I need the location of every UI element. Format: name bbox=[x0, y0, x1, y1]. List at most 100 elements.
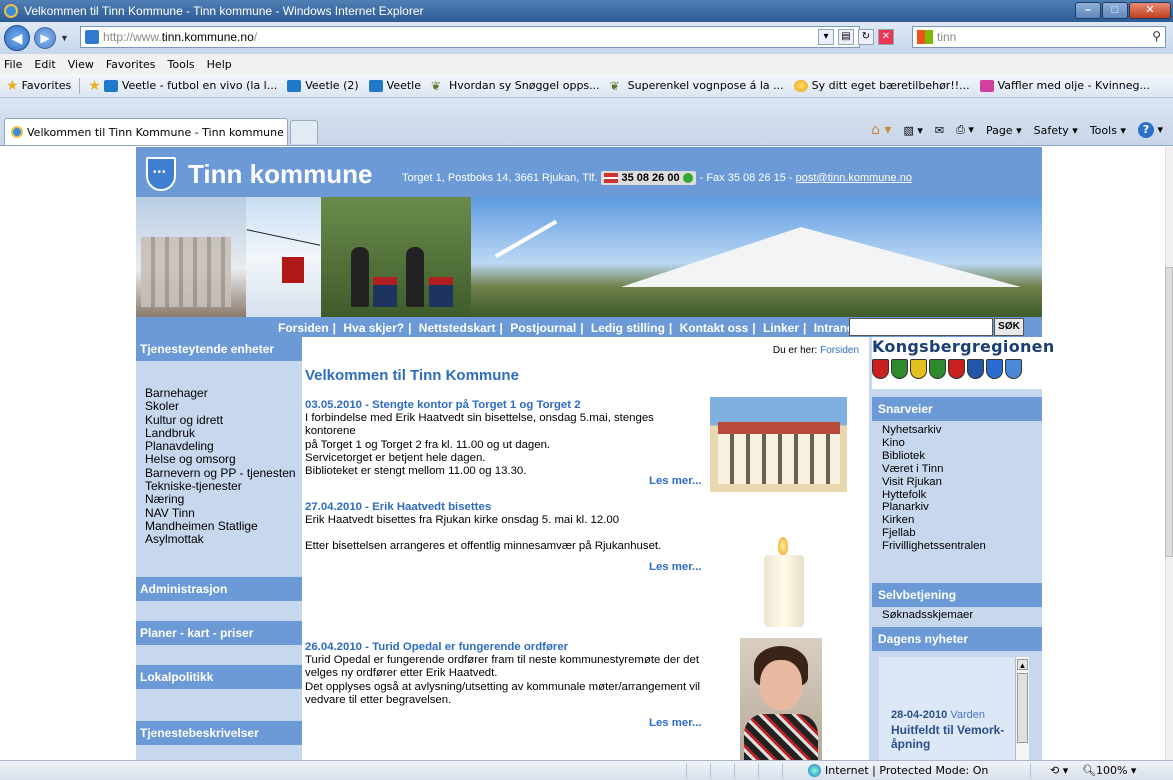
shortcut-bibliotek[interactable]: Bibliotek bbox=[882, 450, 986, 463]
refresh-icon[interactable]: ↻ bbox=[858, 29, 874, 45]
kongsbergregionen-banner[interactable]: Kongsbergregionen bbox=[872, 337, 1054, 389]
bird-icon: ❦ bbox=[609, 78, 620, 93]
ie-logo-icon bbox=[4, 4, 18, 18]
nav-kontakt-oss[interactable]: Kontakt oss bbox=[680, 321, 749, 335]
site-search-input[interactable] bbox=[849, 318, 993, 336]
page-scroll-thumb[interactable] bbox=[1165, 267, 1173, 557]
zoom-level[interactable]: 🔍︎100% ▾ bbox=[1082, 764, 1136, 777]
address-dropdown-icon[interactable]: ▾ bbox=[818, 29, 834, 45]
mail-icon[interactable]: ✉ bbox=[935, 124, 944, 137]
shortcut-hyttefolk[interactable]: Hyttefolk bbox=[882, 489, 986, 502]
selfservice-soknadsskjemaer[interactable]: Søknadsskjemaer bbox=[882, 609, 973, 622]
tab-active[interactable]: Velkommen til Tinn Kommune - Tinn kommun… bbox=[4, 118, 288, 145]
read-more-link[interactable]: Les mer... bbox=[649, 561, 702, 573]
favorites-button[interactable]: Favorites bbox=[22, 79, 72, 92]
security-zone[interactable]: Internet | Protected Mode: On bbox=[808, 764, 988, 777]
page-scrollbar[interactable] bbox=[1165, 147, 1173, 760]
site-name[interactable]: Tinn kommune bbox=[188, 159, 372, 190]
sidebar-item-tekniske[interactable]: Tekniske-tjenester bbox=[145, 479, 296, 493]
favorite-link[interactable]: ❦ Hvordan sy Snøggel opps... bbox=[431, 79, 600, 92]
menu-favorites[interactable]: Favorites bbox=[106, 58, 156, 71]
shortcut-kino[interactable]: Kino bbox=[882, 437, 986, 450]
stop-icon[interactable]: ✕ bbox=[878, 29, 894, 45]
shortcut-visit-rjukan[interactable]: Visit Rjukan bbox=[882, 476, 986, 489]
nav-linker[interactable]: Linker bbox=[763, 321, 799, 335]
add-favorite-icon[interactable]: ★ bbox=[88, 78, 101, 94]
sidebar-item-mandheimen[interactable]: Mandheimen Statlige bbox=[145, 519, 296, 533]
shortcut-vaeret[interactable]: Været i Tinn bbox=[882, 463, 986, 476]
sidebar-item-planavdeling[interactable]: Planavdeling bbox=[145, 439, 296, 453]
news-headline-link[interactable]: 27.04.2010 - Erik Haatvedt bisettes bbox=[305, 501, 705, 514]
nav-forsiden[interactable]: Forsiden bbox=[278, 321, 329, 335]
favorite-link[interactable]: Veetle - futbol en vivo (la l... bbox=[103, 79, 277, 92]
search-input[interactable]: tinn ⚲ bbox=[912, 26, 1166, 48]
section-tjenestebeskrivelser[interactable]: Tjenestebeskrivelser bbox=[136, 721, 302, 745]
print-icon[interactable]: ⎙ ▾ bbox=[956, 123, 974, 137]
section-planer[interactable]: Planer - kart - priser bbox=[136, 621, 302, 645]
menu-help[interactable]: Help bbox=[207, 58, 232, 71]
section-tjenesteytende[interactable]: Tjenesteytende enheter bbox=[136, 337, 302, 361]
help-menu[interactable]: ? ▾ bbox=[1137, 122, 1163, 138]
tools-menu[interactable]: Tools ▾ bbox=[1090, 124, 1126, 137]
scroll-up-icon[interactable]: ▲ bbox=[1017, 659, 1028, 670]
nav-ledig-stilling[interactable]: Ledig stilling bbox=[591, 321, 665, 335]
menu-view[interactable]: View bbox=[68, 58, 94, 71]
site-search-button[interactable]: SØK bbox=[994, 318, 1024, 336]
ticker-headline-link[interactable]: Huitfeldt til Vemork-åpning bbox=[891, 723, 1016, 751]
shortcut-frivillighet[interactable]: Frivillighetssentralen bbox=[882, 540, 986, 553]
section-administrasjon[interactable]: Administrasjon bbox=[136, 577, 302, 601]
menu-edit[interactable]: Edit bbox=[34, 58, 55, 71]
sidebar-item-barnevern[interactable]: Barnevern og PP - tjenesten bbox=[145, 466, 296, 480]
sidebar-item-landbruk[interactable]: Landbruk bbox=[145, 426, 296, 440]
safety-menu[interactable]: Safety ▾ bbox=[1034, 124, 1078, 137]
shortcut-kirken[interactable]: Kirken bbox=[882, 514, 986, 527]
read-more-link[interactable]: Les mer... bbox=[649, 475, 702, 487]
home-icon[interactable]: ⌂ ▾ bbox=[871, 122, 891, 138]
menu-file[interactable]: File bbox=[4, 58, 22, 71]
shortcut-planarkiv[interactable]: Planarkiv bbox=[882, 501, 986, 514]
feeds-icon[interactable]: ▧ ▾ bbox=[903, 124, 922, 137]
change-status-icon[interactable]: ⟲ ▾ bbox=[1050, 764, 1068, 777]
favorite-link[interactable]: ❦ Superenkel vognpose á la ... bbox=[610, 79, 784, 92]
compat-view-icon[interactable]: ▤ bbox=[838, 29, 854, 45]
shield-icon bbox=[872, 359, 889, 379]
sidebar-item-asylmottak[interactable]: Asylmottak bbox=[145, 532, 296, 546]
sidebar-item-barnehager[interactable]: Barnehager bbox=[145, 386, 296, 400]
read-more-link[interactable]: Les mer... bbox=[649, 717, 702, 729]
page-menu[interactable]: Page ▾ bbox=[986, 124, 1022, 137]
sidebar-item-nav[interactable]: NAV Tinn bbox=[145, 506, 296, 520]
sidebar-item-naering[interactable]: Næring bbox=[145, 493, 296, 507]
nav-hva-skjer[interactable]: Hva skjer? bbox=[343, 321, 404, 335]
favorite-link[interactable]: Veetle bbox=[368, 79, 421, 92]
nav-postjournal[interactable]: Postjournal bbox=[510, 321, 576, 335]
new-tab-button[interactable] bbox=[290, 120, 318, 144]
favorites-star-icon[interactable]: ★ bbox=[6, 78, 19, 94]
minimize-button[interactable]: – bbox=[1075, 2, 1101, 19]
menu-tools[interactable]: Tools bbox=[168, 58, 195, 71]
sidebar-item-skoler[interactable]: Skoler bbox=[145, 399, 296, 413]
news-headline-link[interactable]: 03.05.2010 - Stengte kontor på Torget 1 … bbox=[305, 399, 705, 412]
ticker-scrollbar[interactable]: ▲ bbox=[1015, 657, 1029, 760]
search-icon[interactable]: ⚲ bbox=[1152, 29, 1161, 43]
sidebar-item-helse[interactable]: Helse og omsorg bbox=[145, 453, 296, 467]
section-lokalpolitikk[interactable]: Lokalpolitikk bbox=[136, 665, 302, 689]
shortcut-fjellab[interactable]: Fjellab bbox=[882, 527, 986, 540]
address-bar[interactable]: http://www. tinn.kommune.no / bbox=[80, 26, 860, 48]
nav-nettstedskart[interactable]: Nettstedskart bbox=[419, 321, 496, 335]
history-dropdown-icon[interactable]: ▼ bbox=[60, 33, 69, 43]
close-button[interactable]: ✕ bbox=[1129, 2, 1171, 19]
favorite-link[interactable]: Veetle (2) bbox=[287, 79, 359, 92]
breadcrumb-link-forsiden[interactable]: Forsiden bbox=[820, 345, 859, 356]
breadcrumb: Du er her: Forsiden bbox=[772, 345, 859, 356]
forward-button[interactable]: ▶ bbox=[34, 27, 56, 49]
sidebar-item-kultur[interactable]: Kultur og idrett bbox=[145, 413, 296, 427]
favorite-link[interactable]: Vaffler med olje - Kvinneg... bbox=[979, 79, 1150, 92]
back-button[interactable]: ◀ bbox=[4, 25, 30, 51]
phone-badge[interactable]: 35 08 26 00 bbox=[601, 171, 696, 185]
scroll-thumb[interactable] bbox=[1017, 673, 1028, 743]
shortcut-nyhetsarkiv[interactable]: Nyhetsarkiv bbox=[882, 424, 986, 437]
favorite-link[interactable]: Sy ditt eget bæretilbehør!!... bbox=[793, 79, 970, 92]
maximize-button[interactable]: □ bbox=[1102, 2, 1128, 19]
site-email-link[interactable]: post@tinn.kommune.no bbox=[796, 172, 912, 184]
news-headline-link[interactable]: 26.04.2010 - Turid Opedal er fungerende … bbox=[305, 641, 705, 654]
